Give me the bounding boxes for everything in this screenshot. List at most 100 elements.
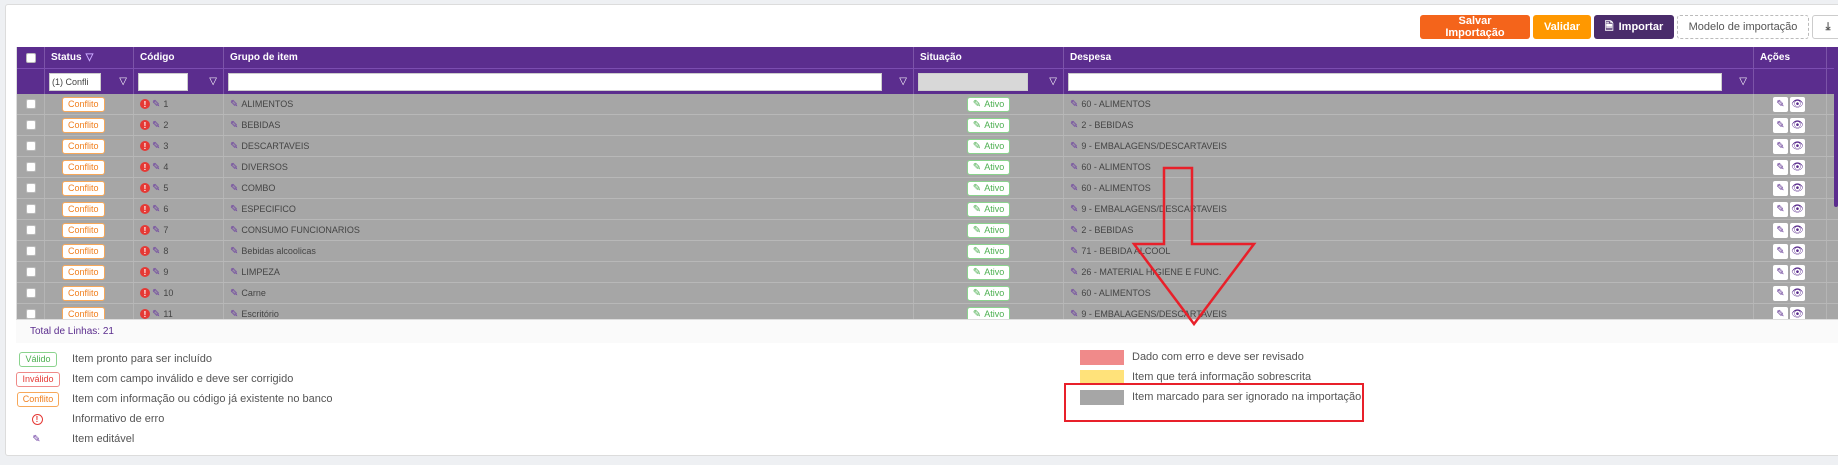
row-code-cell[interactable]: ! ✎ 2 <box>134 115 224 135</box>
edit-icon[interactable]: ✎ <box>1773 306 1788 319</box>
row-group-cell[interactable]: ✎ Carne <box>224 283 914 303</box>
row-code-cell[interactable]: ! ✎ 3 <box>134 136 224 156</box>
edit-icon[interactable]: ✎ <box>1773 96 1788 112</box>
row-expense-cell[interactable]: ✎ 2 - BEBIDAS <box>1064 115 1754 135</box>
error-info-icon[interactable]: ! <box>140 267 150 277</box>
save-import-button[interactable]: Salvar Importação <box>1420 15 1530 39</box>
edit-icon[interactable]: ✎ <box>1773 180 1788 196</box>
table-row[interactable]: Conflito ! ✎ 2 ✎ BEBIDAS ✎ Ativo ✎ 2 - BEBIDA… <box>17 115 1838 136</box>
grid-scrollbar[interactable] <box>1834 47 1838 207</box>
row-checkbox[interactable] <box>25 162 36 172</box>
header-status[interactable]: Status ▽ <box>45 47 134 68</box>
table-row[interactable]: Conflito ! ✎ 8 ✎ Bebidas alcoolicas ✎ Ativo … <box>17 241 1838 262</box>
row-group-cell[interactable]: ✎ BEBIDAS <box>224 115 914 135</box>
row-checkbox[interactable] <box>25 204 36 214</box>
table-row[interactable]: Conflito ! ✎ 3 ✎ DESCARTAVEIS ✎ Ativo ✎ 9 - E… <box>17 136 1838 157</box>
table-row[interactable]: Conflito ! ✎ 1 ✎ ALIMENTOS ✎ Ativo ✎ 60 - ALI… <box>17 94 1838 115</box>
error-info-icon[interactable]: ! <box>140 225 150 235</box>
header-despesa[interactable]: Despesa <box>1064 47 1754 68</box>
row-situation-cell[interactable]: ✎ Ativo <box>914 136 1064 156</box>
row-code-cell[interactable]: ! ✎ 5 <box>134 178 224 198</box>
row-checkbox[interactable] <box>25 120 36 130</box>
import-button[interactable]: 🗎 Importar <box>1594 15 1674 39</box>
eye-icon[interactable]: 👁 <box>1790 306 1805 319</box>
row-situation-cell[interactable]: ✎ Ativo <box>914 220 1064 240</box>
row-checkbox[interactable] <box>25 267 36 277</box>
table-row[interactable]: Conflito ! ✎ 10 ✎ Carne ✎ Ativo ✎ 60 - ALIMEN… <box>17 283 1838 304</box>
row-situation-cell[interactable]: ✎ Ativo <box>914 199 1064 219</box>
table-row[interactable]: Conflito ! ✎ 4 ✎ DIVERSOS ✎ Ativo ✎ 60 - ALIM… <box>17 157 1838 178</box>
table-row[interactable]: Conflito ! ✎ 5 ✎ COMBO ✎ Ativo ✎ 60 - ALIMENT… <box>17 178 1838 199</box>
filter-codigo-input[interactable] <box>138 72 188 91</box>
row-situation-cell[interactable]: ✎ Ativo <box>914 94 1064 114</box>
row-expense-cell[interactable]: ✎ 60 - ALIMENTOS <box>1064 94 1754 114</box>
error-info-icon[interactable]: ! <box>140 120 150 130</box>
eye-icon[interactable]: 👁 <box>1790 159 1805 175</box>
row-checkbox[interactable] <box>25 141 36 151</box>
validate-button[interactable]: Validar <box>1533 15 1591 39</box>
eye-icon[interactable]: 👁 <box>1790 285 1805 301</box>
error-info-icon[interactable]: ! <box>140 204 150 214</box>
eye-icon[interactable]: 👁 <box>1790 180 1805 196</box>
row-group-cell[interactable]: ✎ LIMPEZA <box>224 262 914 282</box>
eye-icon[interactable]: 👁 <box>1790 264 1805 280</box>
row-group-cell[interactable]: ✎ COMBO <box>224 178 914 198</box>
download-button[interactable]: ⤓ <box>1812 15 1838 39</box>
row-group-cell[interactable]: ✎ Escritório <box>224 304 914 319</box>
header-situacao[interactable]: Situação <box>914 47 1064 68</box>
row-checkbox[interactable] <box>25 309 36 319</box>
row-group-cell[interactable]: ✎ ALIMENTOS <box>224 94 914 114</box>
error-info-icon[interactable]: ! <box>140 246 150 256</box>
filter-icon[interactable]: ▽ <box>1739 76 1747 87</box>
row-group-cell[interactable]: ✎ Bebidas alcoolicas <box>224 241 914 261</box>
header-codigo[interactable]: Código <box>134 47 224 68</box>
error-info-icon[interactable]: ! <box>140 183 150 193</box>
select-all-checkbox[interactable] <box>25 52 36 63</box>
error-info-icon[interactable]: ! <box>140 162 150 172</box>
table-row[interactable]: Conflito ! ✎ 9 ✎ LIMPEZA ✎ Ativo ✎ 26 - MATER… <box>17 262 1838 283</box>
filter-situacao-input[interactable] <box>918 72 1028 91</box>
filter-icon[interactable]: ▽ <box>119 76 127 87</box>
error-info-icon[interactable]: ! <box>140 309 150 319</box>
filter-icon[interactable]: ▽ <box>209 76 217 87</box>
row-code-cell[interactable]: ! ✎ 11 <box>134 304 224 319</box>
table-row[interactable]: Conflito ! ✎ 7 ✎ CONSUMO FUNCIONARIOS ✎ Ativ… <box>17 220 1838 241</box>
header-select-all[interactable] <box>17 47 45 68</box>
row-code-cell[interactable]: ! ✎ 4 <box>134 157 224 177</box>
table-row[interactable]: Conflito ! ✎ 6 ✎ ESPECIFICO ✎ Ativo ✎ 9 - EMB… <box>17 199 1838 220</box>
row-situation-cell[interactable]: ✎ Ativo <box>914 178 1064 198</box>
error-info-icon[interactable]: ! <box>140 288 150 298</box>
row-code-cell[interactable]: ! ✎ 8 <box>134 241 224 261</box>
row-situation-cell[interactable]: ✎ Ativo <box>914 115 1064 135</box>
filter-icon[interactable]: ▽ <box>1049 76 1057 87</box>
error-info-icon[interactable]: ! <box>140 99 150 109</box>
filter-status-input[interactable]: (1) Confli <box>49 72 101 91</box>
edit-icon[interactable]: ✎ <box>1773 201 1788 217</box>
eye-icon[interactable]: 👁 <box>1790 243 1805 259</box>
import-model-button[interactable]: Modelo de importação <box>1677 15 1809 39</box>
row-checkbox[interactable] <box>25 225 36 235</box>
filter-grupo-input[interactable] <box>228 72 882 91</box>
row-situation-cell[interactable]: ✎ Ativo <box>914 283 1064 303</box>
row-code-cell[interactable]: ! ✎ 6 <box>134 199 224 219</box>
eye-icon[interactable]: 👁 <box>1790 96 1805 112</box>
filter-icon[interactable]: ▽ <box>899 76 907 87</box>
row-checkbox[interactable] <box>25 288 36 298</box>
row-code-cell[interactable]: ! ✎ 7 <box>134 220 224 240</box>
row-checkbox[interactable] <box>25 246 36 256</box>
edit-icon[interactable]: ✎ <box>1773 159 1788 175</box>
row-situation-cell[interactable]: ✎ Ativo <box>914 262 1064 282</box>
row-code-cell[interactable]: ! ✎ 1 <box>134 94 224 114</box>
edit-icon[interactable]: ✎ <box>1773 264 1788 280</box>
edit-icon[interactable]: ✎ <box>1773 222 1788 238</box>
edit-icon[interactable]: ✎ <box>1773 138 1788 154</box>
header-grupo[interactable]: Grupo de item <box>224 47 914 68</box>
eye-icon[interactable]: 👁 <box>1790 117 1805 133</box>
row-expense-cell[interactable]: ✎ 9 - EMBALAGENS/DESCARTAVEIS <box>1064 136 1754 156</box>
row-checkbox[interactable] <box>25 183 36 193</box>
table-row[interactable]: Conflito ! ✎ 11 ✎ Escritório ✎ Ativo ✎ 9 - EM… <box>17 304 1838 319</box>
edit-icon[interactable]: ✎ <box>1773 117 1788 133</box>
row-group-cell[interactable]: ✎ DIVERSOS <box>224 157 914 177</box>
eye-icon[interactable]: 👁 <box>1790 222 1805 238</box>
eye-icon[interactable]: 👁 <box>1790 201 1805 217</box>
